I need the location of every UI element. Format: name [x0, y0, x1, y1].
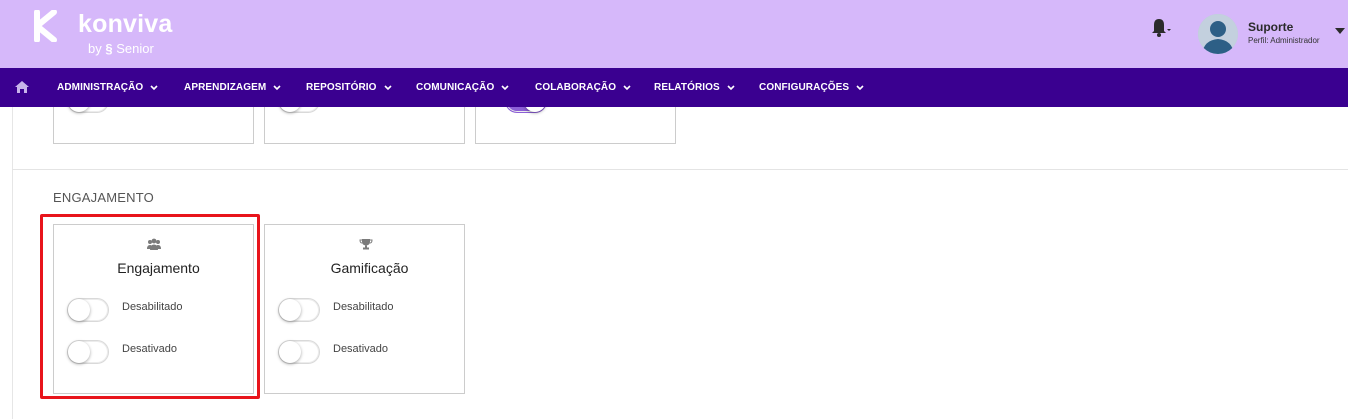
engajamento-desativado-toggle[interactable]	[67, 340, 109, 364]
konviva-logo-mark-icon	[34, 10, 57, 42]
card-title: Gamificação	[330, 260, 409, 276]
home-icon[interactable]	[14, 80, 30, 94]
main-nav: ADMINISTRAÇÃO APRENDIZAGEM REPOSITÓRIO C…	[0, 68, 1348, 107]
chevron-down-icon	[501, 84, 509, 90]
nav-item-relatorios[interactable]: RELATÓRIOS	[654, 68, 735, 107]
toggle-label: Desativado	[122, 343, 178, 355]
user-name[interactable]: Suporte	[1248, 20, 1293, 34]
card-engajamento: Engajamento Desabilitado Desativado	[53, 224, 254, 394]
konviva-logo[interactable]: konviva by § Senior	[34, 8, 174, 60]
chevron-down-icon	[623, 84, 631, 90]
gamificacao-desativado-toggle[interactable]	[278, 340, 320, 364]
card-title: Engajamento	[117, 260, 200, 276]
nav-item-repositorio[interactable]: REPOSITÓRIO	[306, 68, 392, 107]
notifications-bell-icon[interactable]	[1148, 16, 1172, 38]
chevron-down-icon	[383, 84, 392, 90]
chevron-down-icon	[727, 84, 735, 90]
logo-byline: by § Senior	[88, 41, 154, 56]
user-avatar[interactable]	[1198, 14, 1238, 54]
app-header: konviva by § Senior Suporte Perfil: Admi…	[0, 0, 1348, 68]
user-role: Perfil: Administrador	[1248, 36, 1320, 45]
nav-item-administracao[interactable]: ADMINISTRAÇÃO	[57, 68, 158, 107]
nav-item-colaboracao[interactable]: COLABORAÇÃO	[535, 68, 631, 107]
logo-wordmark: konviva	[78, 10, 173, 38]
users-icon	[147, 238, 161, 250]
nav-item-comunicacao[interactable]: COMUNICAÇÃO	[416, 68, 509, 107]
section-title: ENGAJAMENTO	[53, 190, 154, 205]
toggle-label: Desabilitado	[122, 301, 183, 313]
card-gamificacao: Gamificação Desabilitado Desativado	[264, 224, 465, 394]
nav-item-aprendizagem[interactable]: APRENDIZAGEM	[184, 68, 281, 107]
trophy-icon	[359, 239, 373, 250]
user-silhouette-icon	[1198, 14, 1238, 54]
chevron-down-icon	[273, 84, 281, 90]
chevron-down-icon	[150, 84, 158, 90]
chevron-down-icon	[856, 84, 864, 90]
toggle-label: Desabilitado	[333, 301, 394, 313]
nav-item-configuracoes[interactable]: CONFIGURAÇÕES	[759, 68, 864, 107]
toggle-label: Desativado	[333, 343, 389, 355]
user-menu-caret-icon[interactable]	[1335, 27, 1345, 35]
engajamento-desabilitado-toggle[interactable]	[67, 298, 109, 322]
gamificacao-desabilitado-toggle[interactable]	[278, 298, 320, 322]
section-divider	[12, 169, 1348, 170]
